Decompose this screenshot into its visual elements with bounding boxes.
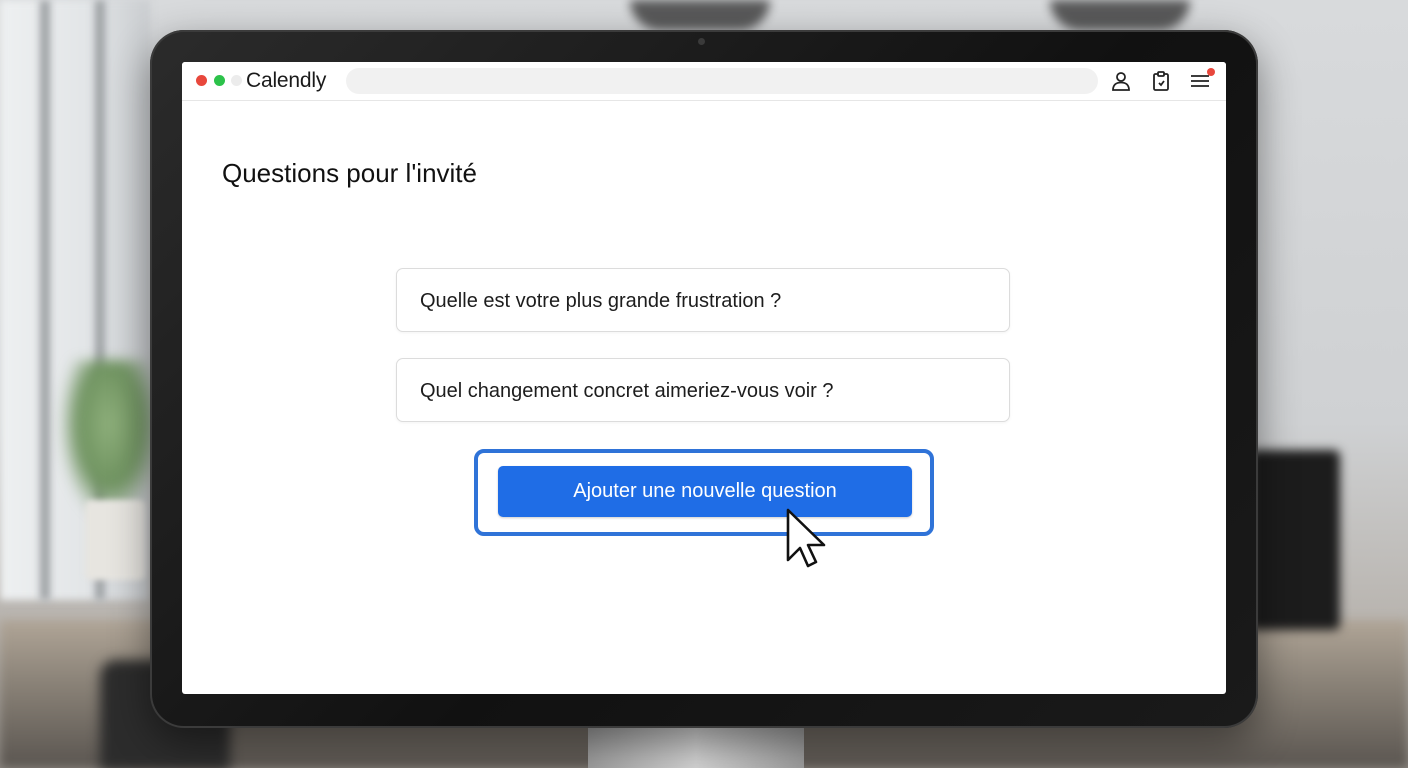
background-lamp	[1050, 0, 1190, 30]
question-field[interactable]: Quelle est votre plus grande frustration…	[396, 268, 1010, 332]
add-question-button[interactable]: Ajouter une nouvelle question	[498, 466, 912, 517]
user-icon[interactable]	[1110, 70, 1132, 92]
question-text: Quel changement concret aimeriez-vous vo…	[420, 380, 834, 402]
notification-badge	[1207, 68, 1215, 76]
question-text: Quelle est votre plus grande frustration…	[420, 290, 782, 312]
background-plant	[60, 360, 160, 520]
question-field[interactable]: Quel changement concret aimeriez-vous vo…	[396, 358, 1010, 422]
mouse-pointer-icon	[786, 508, 826, 570]
monitor-stand	[588, 726, 804, 768]
background-monitor	[1250, 450, 1340, 630]
brand-logo[interactable]: Calendly	[246, 69, 326, 93]
window-dot	[231, 75, 242, 86]
monitor-camera	[698, 38, 705, 45]
address-bar[interactable]	[346, 68, 1098, 94]
window-close-dot[interactable]	[196, 75, 207, 86]
page-title: Questions pour l'invité	[222, 158, 477, 188]
top-bar: Calendly	[182, 62, 1226, 101]
background-lamp	[630, 0, 770, 30]
window-maximize-dot[interactable]	[214, 75, 225, 86]
background-window-frame	[40, 0, 50, 600]
clipboard-icon[interactable]	[1150, 70, 1172, 92]
background-plant-pot	[85, 500, 145, 580]
app-window: Calendly Questions pour l'invité Quelle …	[182, 62, 1226, 694]
